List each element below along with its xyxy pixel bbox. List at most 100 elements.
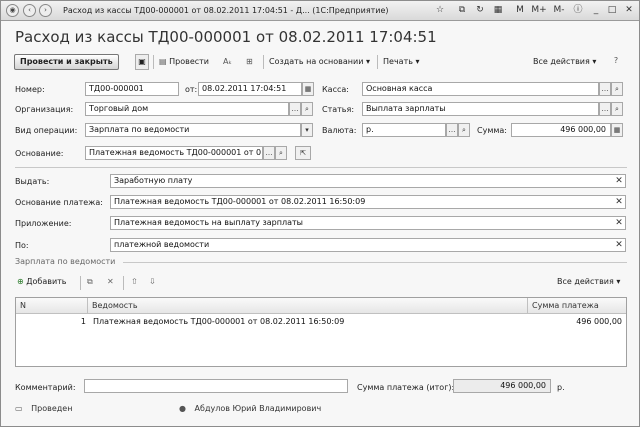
toolbar-separator: [123, 276, 124, 290]
by-label: По:: [15, 241, 29, 250]
article-label: Статья:: [322, 105, 355, 114]
open-search-icon[interactable]: ⌕: [611, 102, 623, 116]
movements-icon[interactable]: Aₖ: [223, 55, 232, 71]
copy-icon[interactable]: ⧉: [455, 5, 469, 16]
article-field[interactable]: Выплата зарплаты: [362, 102, 599, 116]
add-row-button[interactable]: ⊕ Добавить: [17, 275, 67, 291]
open-search-icon[interactable]: ⌕: [458, 123, 470, 137]
salary-table[interactable]: N Ведомость Сумма платежа 1 Платежная ве…: [15, 297, 627, 367]
select-ellipsis-icon[interactable]: …: [446, 123, 458, 137]
clear-icon[interactable]: ✕: [614, 239, 624, 251]
toolbar-separator: [263, 55, 264, 69]
kassa-field[interactable]: Основная касса: [362, 82, 599, 96]
toolbar-separator: [153, 55, 154, 69]
number-field[interactable]: ТД00-000001: [85, 82, 179, 96]
chevron-down-icon: ▾: [415, 57, 420, 66]
print-button[interactable]: Печать ▾: [383, 55, 420, 71]
clear-icon[interactable]: ✕: [614, 217, 624, 229]
favorite-star-icon[interactable]: ☆: [433, 5, 447, 16]
by-field[interactable]: платежной ведомости: [110, 238, 626, 252]
total-label: Сумма платежа (итог):: [357, 383, 455, 392]
minimize-icon[interactable]: _: [589, 5, 603, 16]
calculator-icon[interactable]: ▦: [611, 123, 623, 137]
section-divider: [123, 262, 627, 263]
issue-field[interactable]: Заработную плату: [110, 174, 626, 188]
document-window: ◉ ‹ › Расход из кассы ТД00-000001 от 08.…: [0, 0, 640, 427]
copy-row-icon[interactable]: ⧉: [87, 275, 93, 291]
window-title: Расход из кассы ТД00-000001 от 08.02.201…: [63, 6, 389, 15]
payment-basis-field[interactable]: Платежная ведомость ТД00-000001 от 08.02…: [110, 195, 626, 209]
organization-label: Организация:: [15, 105, 74, 114]
select-ellipsis-icon[interactable]: …: [599, 102, 611, 116]
basis-label: Основание:: [15, 149, 64, 158]
memory-minus-button[interactable]: M-: [551, 5, 567, 16]
date-field[interactable]: 08.02.2011 17:04:51: [198, 82, 302, 96]
currency-field[interactable]: р.: [362, 123, 446, 137]
amount-cell: 496 000,00: [576, 317, 622, 326]
payment-basis-label: Основание платежа:: [15, 198, 103, 207]
select-ellipsis-icon[interactable]: …: [599, 82, 611, 96]
open-search-icon[interactable]: ⌕: [301, 102, 313, 116]
attachment-field[interactable]: Платежная ведомость на выплату зарплаты: [110, 216, 626, 230]
app-menu-icon[interactable]: ◉: [6, 4, 19, 17]
open-search-icon[interactable]: ⌕: [275, 146, 287, 160]
comment-label: Комментарий:: [15, 383, 76, 392]
currency-label: Валюта:: [322, 126, 357, 135]
structure-icon[interactable]: ⊞: [246, 55, 253, 71]
calculator-icon[interactable]: ▦: [491, 5, 505, 16]
comment-field[interactable]: [84, 379, 348, 393]
history-icon[interactable]: ↻: [473, 5, 487, 16]
calendar-icon[interactable]: ▦: [302, 82, 314, 96]
table-all-actions-button[interactable]: Все действия ▾: [557, 275, 620, 291]
number-label: Номер:: [15, 85, 45, 94]
attachment-label: Приложение:: [15, 219, 72, 228]
column-header-statement[interactable]: Ведомость: [88, 298, 528, 314]
memory-plus-button[interactable]: M+: [530, 5, 548, 16]
page-title: Расход из кассы ТД00-000001 от 08.02.201…: [15, 28, 437, 46]
operation-type-field[interactable]: Зарплата по ведомости: [85, 123, 301, 137]
help-icon[interactable]: ?: [609, 54, 623, 70]
sum-field[interactable]: 496 000,00: [511, 123, 611, 137]
memory-m-button[interactable]: M: [513, 5, 527, 16]
statement-cell: Платежная ведомость ТД00-000001 от 08.02…: [93, 317, 345, 326]
all-actions-button[interactable]: Все действия ▾: [533, 55, 596, 71]
column-header-amount[interactable]: Сумма платежа: [528, 298, 626, 314]
post-button[interactable]: ▤ Провести: [159, 55, 209, 71]
toolbar-separator: [377, 55, 378, 69]
toolbar-separator: [80, 276, 81, 290]
maximize-icon[interactable]: □: [605, 5, 619, 16]
post-icon: ▤: [159, 57, 167, 66]
organization-field[interactable]: Торговый дом: [85, 102, 289, 116]
chevron-down-icon: ▾: [365, 57, 370, 66]
user-icon: ●: [179, 404, 186, 413]
close-icon[interactable]: ✕: [622, 5, 636, 16]
sum-label: Сумма:: [477, 126, 507, 135]
print-label: Печать: [383, 57, 413, 66]
basis-field[interactable]: Платежная ведомость ТД00-000001 от 0: [85, 146, 263, 160]
fill-basis-icon[interactable]: ⇱: [295, 146, 311, 160]
dropdown-icon[interactable]: ▾: [301, 123, 313, 137]
select-ellipsis-icon[interactable]: …: [289, 102, 301, 116]
post-button-label: Провести: [169, 57, 209, 66]
row-number-cell: 1: [80, 317, 86, 326]
add-icon: ⊕: [17, 277, 24, 286]
total-currency: р.: [557, 383, 565, 392]
divider: [15, 167, 627, 168]
back-icon[interactable]: ‹: [23, 4, 36, 17]
move-up-icon[interactable]: ⇧: [131, 275, 138, 291]
info-icon[interactable]: ⓘ: [571, 5, 585, 16]
clear-icon[interactable]: ✕: [614, 196, 624, 208]
posted-status: ▭ Проведен: [15, 404, 72, 413]
select-ellipsis-icon[interactable]: …: [263, 146, 275, 160]
create-based-on-button[interactable]: Создать на основании ▾: [269, 55, 370, 71]
save-icon[interactable]: ▣: [135, 54, 149, 70]
delete-row-icon[interactable]: ✕: [107, 275, 114, 291]
column-header-n[interactable]: N: [16, 298, 88, 314]
open-search-icon[interactable]: ⌕: [611, 82, 623, 96]
forward-icon[interactable]: ›: [39, 4, 52, 17]
post-and-close-button[interactable]: Провести и закрыть: [14, 54, 119, 70]
add-row-label: Добавить: [26, 277, 67, 286]
clear-icon[interactable]: ✕: [614, 175, 624, 187]
move-down-icon[interactable]: ⇩: [149, 275, 156, 291]
date-prefix-label: от:: [185, 85, 198, 94]
